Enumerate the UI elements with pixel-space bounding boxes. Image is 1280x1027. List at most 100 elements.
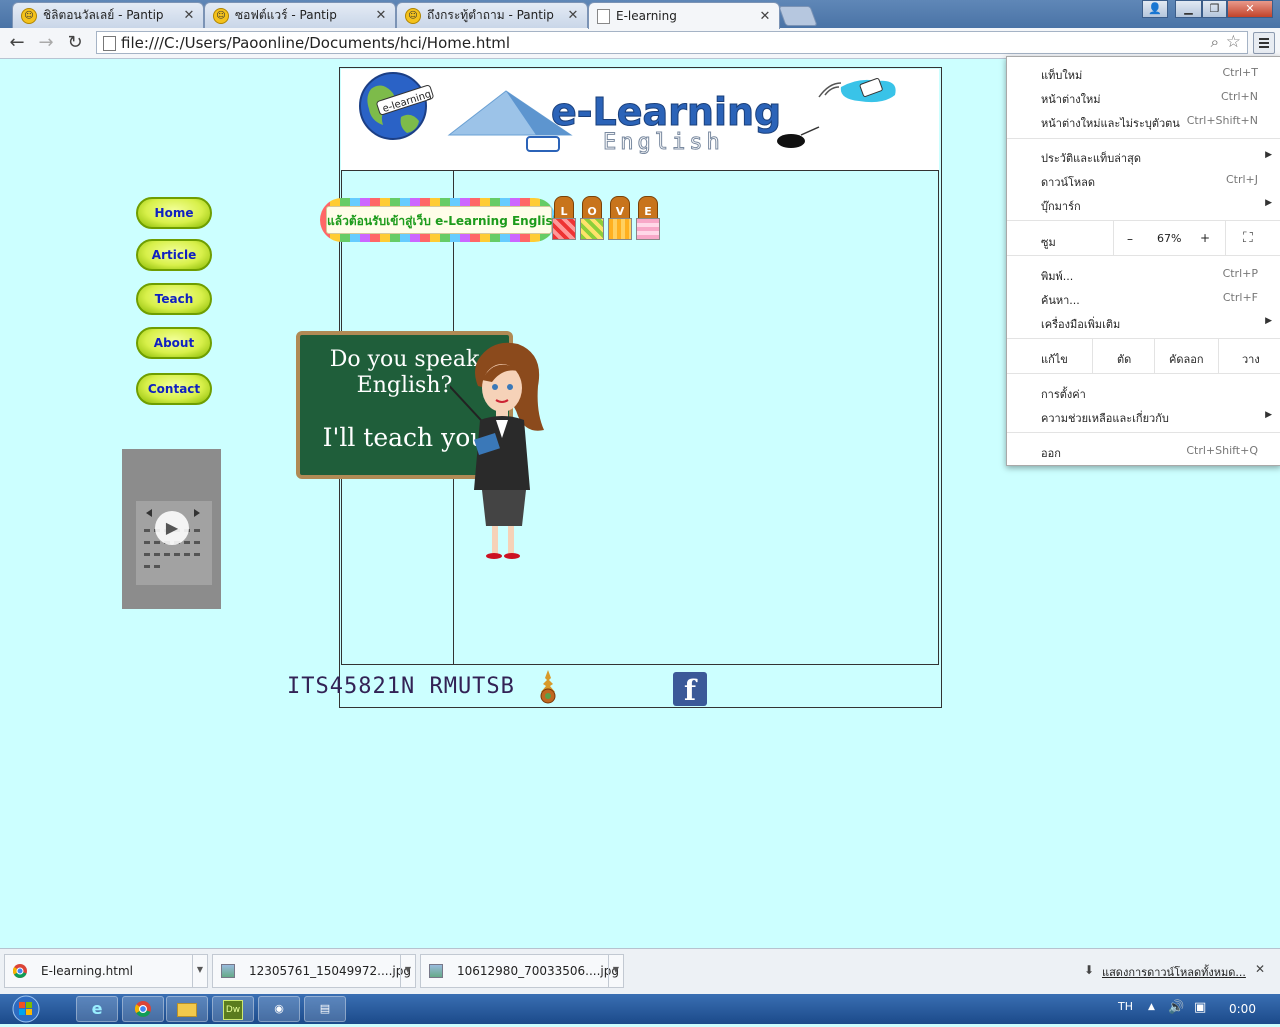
show-hidden-icons-icon[interactable]: ▲ xyxy=(1148,1002,1155,1012)
menu-separator xyxy=(1007,432,1280,433)
download-filename: 12305761_15049972....jpg xyxy=(249,964,411,978)
back-arrow-icon[interactable]: ← xyxy=(6,32,28,54)
file-explorer-icon[interactable] xyxy=(166,996,208,1022)
chevron-down-icon[interactable]: ▼ xyxy=(192,955,207,987)
download-filename: E-learning.html xyxy=(41,964,134,978)
close-tab-icon[interactable]: ✕ xyxy=(183,8,195,23)
menu-exit[interactable]: ออก xyxy=(1041,444,1061,462)
ie-icon[interactable]: e xyxy=(76,996,118,1022)
chevron-down-icon[interactable]: ▼ xyxy=(400,955,415,987)
nav-article-button[interactable]: Article xyxy=(136,239,212,271)
close-tab-icon[interactable]: ✕ xyxy=(759,9,771,24)
menu-print[interactable]: พิมพ์... xyxy=(1041,267,1073,285)
tab-pantip-3[interactable]: ☺ ถึงกระทู้ตำถาม - Pantip ✕ xyxy=(396,2,588,28)
search-icon[interactable]: ⌕ xyxy=(1211,33,1219,51)
university-emblem-icon xyxy=(540,670,556,704)
shortcut-print: Ctrl+P xyxy=(1222,267,1258,280)
download-shelf: E-learning.html ▼ 12305761_15049972....j… xyxy=(0,948,1280,995)
new-tab-button[interactable] xyxy=(778,6,818,26)
edit-cut-button[interactable]: ตัด xyxy=(1117,350,1131,368)
nav-contact-button[interactable]: Contact xyxy=(136,373,212,405)
menu-history[interactable]: ประวัติและแท็บล่าสุด xyxy=(1041,149,1141,167)
love-box-o: O xyxy=(580,196,604,242)
tab-title: ชิลิตอนวัลเลย์ - Pantip xyxy=(43,8,164,22)
close-shelf-icon[interactable]: ✕ xyxy=(1255,962,1265,976)
maximize-button[interactable]: ❐ xyxy=(1202,0,1227,18)
menu-downloads[interactable]: ดาวน์โหลด xyxy=(1041,173,1095,191)
menu-incognito[interactable]: หน้าต่างใหม่และไม่ระบุตัวตน xyxy=(1041,114,1180,132)
pantip-favicon-icon: ☺ xyxy=(405,7,421,24)
submenu-arrow-icon: ▶ xyxy=(1265,316,1272,326)
tab-title: ซอฟต์แวร์ - Pantip xyxy=(235,8,337,22)
download-item[interactable]: E-learning.html ▼ xyxy=(4,954,208,988)
bookmark-star-icon[interactable]: ☆ xyxy=(1226,32,1241,52)
love-box-e: E xyxy=(636,196,660,242)
show-all-downloads-link[interactable]: แสดงการดาวน์โหลดทั้งหมด... xyxy=(1102,963,1246,981)
teacher-illustration xyxy=(450,342,544,559)
profile-icon[interactable]: 👤 xyxy=(1142,0,1168,18)
menu-settings[interactable]: การตั้งค่า xyxy=(1041,385,1086,403)
pantip-favicon-icon: ☺ xyxy=(213,7,229,24)
edit-paste-button[interactable]: วาง xyxy=(1242,350,1260,368)
shortcut-new-tab: Ctrl+T xyxy=(1222,66,1258,79)
language-indicator[interactable]: TH xyxy=(1118,1000,1133,1013)
page-favicon-icon xyxy=(597,8,610,24)
shortcut-new-window: Ctrl+N xyxy=(1220,90,1258,103)
board-line-2: English? xyxy=(356,373,453,398)
windows-logo-icon xyxy=(12,995,40,1023)
dreamweaver-icon[interactable]: Dw xyxy=(212,996,254,1022)
image-file-icon xyxy=(429,964,443,978)
nav-home-button[interactable]: Home xyxy=(136,197,212,229)
menu-new-tab[interactable]: แท็บใหม่ xyxy=(1041,66,1082,84)
fullscreen-icon[interactable]: ⛶ xyxy=(1243,230,1253,246)
chrome-menu-button[interactable] xyxy=(1253,32,1275,54)
reload-icon[interactable]: ↻ xyxy=(64,32,86,54)
media-player-icon[interactable]: ◉ xyxy=(258,996,300,1022)
chrome-taskbar-icon[interactable] xyxy=(122,996,164,1022)
nav-teach-button[interactable]: Teach xyxy=(136,283,212,315)
chrome-menu: แท็บใหม่ Ctrl+T หน้าต่างใหม่ Ctrl+N หน้า… xyxy=(1006,56,1280,466)
window-icon[interactable]: ▤ xyxy=(304,996,346,1022)
download-item[interactable]: 12305761_15049972....jpg ▼ xyxy=(212,954,416,988)
tab-e-learning[interactable]: E-learning ✕ xyxy=(588,2,780,29)
video-player[interactable]: ▶ xyxy=(122,449,221,609)
submenu-arrow-icon: ▶ xyxy=(1265,198,1272,208)
close-tab-icon[interactable]: ✕ xyxy=(567,8,579,23)
address-bar[interactable]: file:///C:/Users/Paoonline/Documents/hci… xyxy=(96,31,1248,54)
chrome-icon xyxy=(13,964,27,978)
edit-copy-button[interactable]: คัดลอก xyxy=(1169,350,1204,368)
tab-title: E-learning xyxy=(616,9,677,23)
tab-pantip-2[interactable]: ☺ ซอฟต์แวร์ - Pantip ✕ xyxy=(204,2,396,28)
pantip-favicon-icon: ☺ xyxy=(21,7,37,24)
menu-find[interactable]: ค้นหา... xyxy=(1041,291,1080,309)
page-icon xyxy=(103,36,116,51)
clock[interactable]: 0:00 xyxy=(1229,1002,1256,1016)
nav-about-button[interactable]: About xyxy=(136,327,212,359)
love-letter: O xyxy=(582,196,602,220)
tab-pantip-1[interactable]: ☺ ชิลิตอนวัลเลย์ - Pantip ✕ xyxy=(12,2,204,28)
forward-arrow-icon[interactable]: → xyxy=(35,32,57,54)
windows-taskbar: e Dw ◉ ▤ TH ▲ 🔊 ▣ 0:00 xyxy=(0,994,1280,1024)
menu-bookmarks[interactable]: บุ๊กมาร์ก xyxy=(1041,197,1081,215)
minimize-button[interactable]: ▁ xyxy=(1175,0,1202,18)
table-border xyxy=(938,171,939,665)
menu-help[interactable]: ความช่วยเหลือและเกี่ยวกับ xyxy=(1041,409,1169,427)
chevron-down-icon[interactable]: ▼ xyxy=(608,955,623,987)
menu-new-window[interactable]: หน้าต่างใหม่ xyxy=(1041,90,1101,108)
download-item[interactable]: 10612980_70033506....jpg ▼ xyxy=(420,954,624,988)
tab-title: ถึงกระทู้ตำถาม - Pantip xyxy=(427,8,554,22)
close-tab-icon[interactable]: ✕ xyxy=(375,8,387,23)
network-icon[interactable]: ▣ xyxy=(1194,1000,1206,1015)
window-close-button[interactable]: ✕ xyxy=(1227,0,1273,18)
facebook-icon[interactable]: f xyxy=(673,672,707,707)
volume-icon[interactable]: 🔊 xyxy=(1168,1000,1184,1015)
zoom-in-button[interactable]: + xyxy=(1200,231,1210,245)
banner-subtitle: English xyxy=(603,130,724,155)
play-icon[interactable]: ▶ xyxy=(155,511,189,545)
banner-graphic: e-learning e-Learning English xyxy=(359,72,896,156)
start-button[interactable] xyxy=(4,994,44,1024)
banner-title: e-Learning xyxy=(551,90,781,134)
menu-separator xyxy=(1007,220,1280,221)
menu-more-tools[interactable]: เครื่องมือเพิ่มเติม xyxy=(1041,315,1120,333)
zoom-out-button[interactable]: – xyxy=(1127,232,1133,246)
